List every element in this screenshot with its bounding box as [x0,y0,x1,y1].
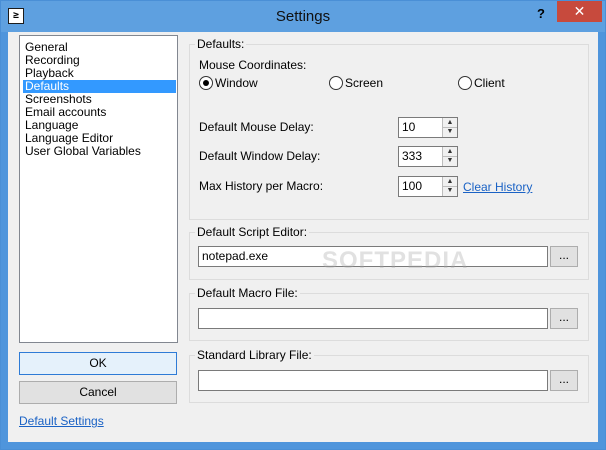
mouse-coordinates-label: Mouse Coordinates: [199,58,307,72]
close-button[interactable]: ✕ [557,1,602,22]
mouse-delay-label: Default Mouse Delay: [199,120,314,134]
settings-window: ≥ Settings ? ✕ General Recording Playbac… [0,0,606,450]
spin-down-icon[interactable]: ▼ [443,156,457,165]
max-history-spin-buttons[interactable]: ▲ ▼ [442,177,457,196]
script-editor-value[interactable]: notepad.exe [202,249,268,263]
cancel-button[interactable]: Cancel [19,381,177,404]
max-history-label: Max History per Macro: [199,179,324,193]
max-history-spinner[interactable]: 100 ▲ ▼ [398,176,458,197]
ok-button[interactable]: OK [19,352,177,375]
library-file-browse-button[interactable]: ... [550,370,578,391]
mouse-delay-spinner[interactable]: 10 ▲ ▼ [398,117,458,138]
close-icon: ✕ [573,3,586,19]
library-file-input[interactable] [198,370,548,391]
script-editor-title: Default Script Editor: [195,225,310,239]
window-title: Settings [275,8,331,25]
settings-category-list[interactable]: General Recording Playback Defaults Scre… [19,35,178,343]
mouse-delay-spin-buttons[interactable]: ▲ ▼ [442,118,457,137]
macro-file-browse-button[interactable]: ... [550,308,578,329]
script-editor-browse-button[interactable]: ... [550,246,578,267]
max-history-value[interactable]: 100 [402,179,422,193]
radio-window-label[interactable]: Window [215,76,258,90]
title-bar[interactable]: ≥ Settings ? ✕ [1,1,605,32]
watermark: SOFTPEDIA [322,247,469,274]
window-delay-label: Default Window Delay: [199,149,321,163]
radio-client[interactable] [458,76,472,90]
radio-client-label[interactable]: Client [474,76,505,90]
window-delay-spin-buttons[interactable]: ▲ ▼ [442,147,457,166]
radio-window[interactable] [199,76,213,90]
radio-screen-label[interactable]: Screen [345,76,383,90]
spin-down-icon[interactable]: ▼ [443,186,457,195]
window-delay-value[interactable]: 333 [402,149,422,163]
mouse-delay-value[interactable]: 10 [402,120,415,134]
window-delay-spinner[interactable]: 333 ▲ ▼ [398,146,458,167]
macro-file-title: Default Macro File: [195,286,300,300]
dialog-client-area: General Recording Playback Defaults Scre… [8,32,598,442]
spin-down-icon[interactable]: ▼ [443,127,457,136]
clear-history-link[interactable]: Clear History [463,180,532,194]
library-file-title: Standard Library File: [195,348,314,362]
help-button[interactable]: ? [528,3,554,25]
default-settings-link[interactable]: Default Settings [19,414,104,428]
sidebar-item-user-global-variables[interactable]: User Global Variables [23,145,176,158]
defaults-group-title: Defaults: [195,37,247,51]
radio-screen[interactable] [329,76,343,90]
macro-file-input[interactable] [198,308,548,329]
